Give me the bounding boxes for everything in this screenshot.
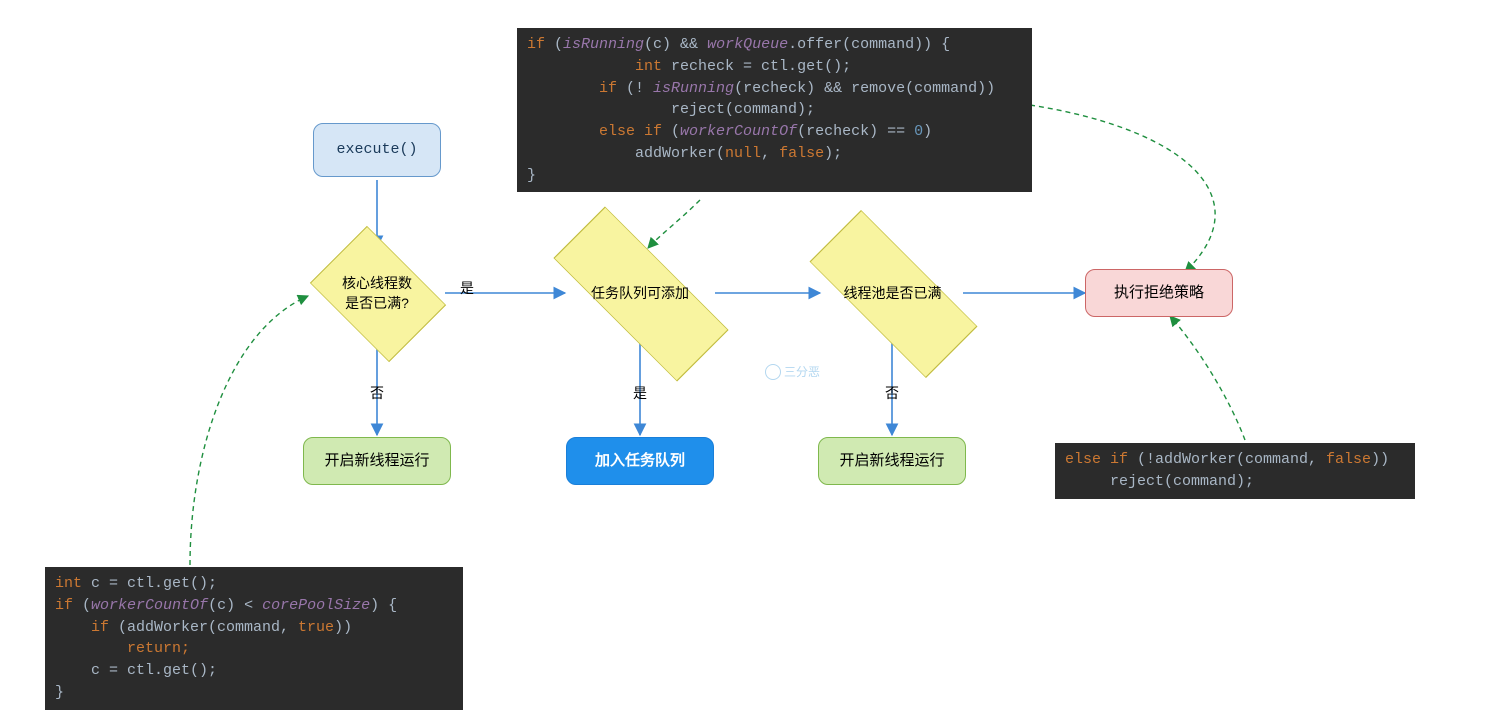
code-snippet-bottom-left: int c = ctl.get(); if (workerCountOf(c) … bbox=[45, 567, 463, 710]
code-snippet-top: if (isRunning(c) && workQueue.offer(comm… bbox=[517, 28, 1032, 192]
code-snippet-right: else if (!addWorker(command, false)) rej… bbox=[1055, 443, 1415, 499]
